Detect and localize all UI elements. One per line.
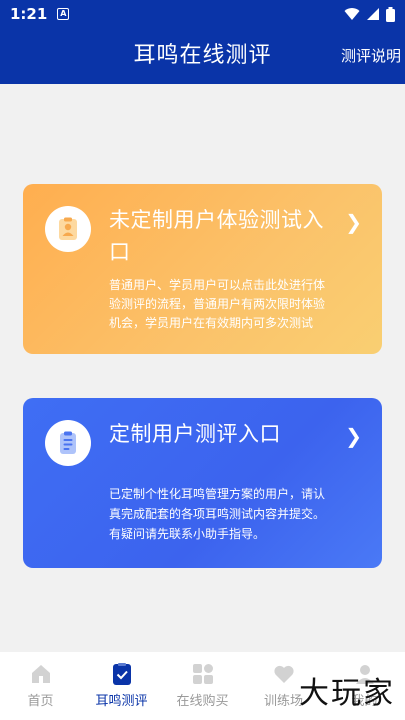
custom-test-entry-card[interactable]: 定制用户测评入口 ❯ 已定制个性化耳鸣管理方案的用户，请认真完成配套的各项耳鸣测…	[23, 398, 382, 568]
wifi-icon	[344, 8, 360, 20]
signal-icon	[367, 8, 379, 20]
trial-test-entry-card[interactable]: 未定制用户体验测试入口 ❯ 普通用户、学员用户可以点击此处进行体验测评的流程，普…	[23, 184, 382, 354]
status-time: 1:21	[10, 5, 48, 23]
id-card-icon	[45, 206, 91, 252]
grid-icon	[192, 664, 213, 684]
tab-tinnitus-test[interactable]: 耳鸣测评	[81, 652, 162, 720]
card-title: 定制用户测评入口	[109, 422, 281, 446]
app-bar: 耳鸣在线测评 测评说明	[0, 28, 405, 84]
clipboard-icon	[45, 420, 91, 466]
status-bar: 1:21 A	[0, 0, 405, 28]
home-icon	[31, 665, 50, 683]
tab-home[interactable]: 首页	[0, 652, 81, 720]
tab-label: 耳鸣测评	[95, 694, 148, 709]
card-title: 未定制用户体验测试入口	[109, 208, 324, 264]
notification-icon: A	[57, 8, 70, 20]
chevron-right-icon: ❯	[345, 424, 362, 448]
heart-icon	[273, 665, 294, 683]
chevron-right-icon: ❯	[345, 210, 362, 234]
status-indicators	[344, 6, 395, 22]
tab-online-purchase[interactable]: 在线购买	[162, 652, 243, 720]
check-clipboard-icon	[112, 663, 131, 685]
battery-icon	[386, 6, 395, 22]
card-description: 已定制个性化耳鸣管理方案的用户，请认真完成配套的各项耳鸣测试内容并提交。有疑问请…	[109, 487, 326, 541]
watermark: 大玩家	[299, 676, 395, 711]
help-button[interactable]: 测评说明	[341, 28, 401, 84]
tab-label: 训练场	[263, 694, 303, 709]
tab-label: 首页	[27, 694, 54, 709]
tab-label: 在线购买	[176, 694, 229, 709]
card-description: 普通用户、学员用户可以点击此处进行体验测评的流程，普通用户有两次限时体验机会，学…	[109, 278, 326, 330]
